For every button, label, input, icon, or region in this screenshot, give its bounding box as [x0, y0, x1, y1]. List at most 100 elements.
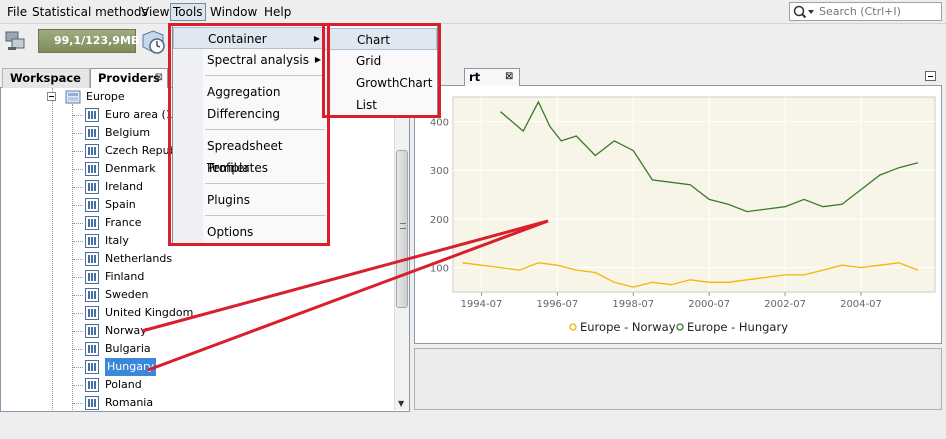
tree-node-item[interactable]: Hungary [1, 358, 391, 376]
tree-scrollbar[interactable]: ▲ ▼ [394, 88, 409, 410]
menu-item-options[interactable]: Options [173, 221, 327, 243]
toolbar: 99,1/123,9MB [0, 25, 946, 59]
search-icon[interactable] [792, 4, 816, 20]
clock-icon[interactable] [140, 29, 166, 55]
tree-item-label: United Kingdom [105, 306, 194, 319]
series-icon [85, 288, 99, 302]
tree-node-item[interactable]: Norway [1, 322, 391, 340]
tree-node-item[interactable]: Poland [1, 376, 391, 394]
series-icon [85, 396, 99, 410]
y-tick-label: 400 [430, 117, 449, 128]
series-icon [85, 198, 99, 212]
menu-item-differencing[interactable]: Differencing [173, 103, 327, 125]
submenu-item-chart[interactable]: Chart [324, 28, 437, 50]
tree-node-item[interactable]: United Kingdom [1, 304, 391, 322]
tab-workspace[interactable]: Workspace [2, 68, 90, 88]
tree-item-label: Belgium [105, 126, 151, 139]
menu-window[interactable]: Window [208, 4, 259, 22]
legend-label: Europe - Norway [580, 320, 676, 334]
chart-tab-bar: rt ⊠ [414, 66, 942, 87]
series-icon [85, 234, 99, 248]
legend-marker [569, 323, 577, 331]
tab-workspace-label: Workspace [10, 71, 81, 85]
series-icon [85, 126, 99, 140]
tree-connector [73, 331, 83, 332]
tree-connector [73, 223, 83, 224]
scroll-down-icon[interactable]: ▼ [398, 399, 404, 408]
chart-panel: 100 200 300 400 1994-07 1996-07 1998-07 2000-07… [414, 86, 942, 344]
menu-file[interactable]: File [5, 4, 29, 22]
tree-item-label: Hungary [105, 358, 156, 376]
menu-separator [205, 129, 325, 130]
menu-view[interactable]: View [139, 4, 171, 22]
tree-node-item[interactable]: Romania [1, 394, 391, 411]
menu-item-container[interactable]: Container ▶ [173, 27, 327, 49]
menu-separator [205, 75, 325, 76]
tree-item-label: Denmark [105, 162, 156, 175]
menu-statistical-methods[interactable]: Statistical methods [30, 4, 150, 22]
submenu-item-list[interactable]: List [324, 94, 437, 116]
search-input[interactable]: Search (Ctrl+I) [789, 2, 942, 21]
grip-icon [400, 223, 406, 229]
menu-item-spreadsheet-profiler[interactable]: Spreadsheet Profiler [173, 135, 327, 175]
container-submenu: Chart Grid GrowthChart List [323, 24, 438, 116]
tree-connector [73, 349, 83, 350]
scroll-thumb[interactable] [396, 150, 408, 308]
menu-help[interactable]: Help [262, 4, 293, 22]
tree-connector [73, 205, 83, 206]
tree-node-item[interactable]: Netherlands [1, 250, 391, 268]
tree-connector [73, 385, 83, 386]
tree-connector [73, 259, 83, 260]
tree-connector [73, 367, 83, 368]
lower-panel [414, 348, 942, 410]
tree-item-label: Sweden [105, 288, 149, 301]
menu-tools[interactable]: Tools [170, 3, 206, 21]
x-tick-label: 2000-07 [688, 299, 730, 310]
minimize-icon[interactable] [925, 71, 936, 81]
menu-separator [205, 183, 325, 184]
menu-separator [205, 215, 325, 216]
legend-label: Europe - Hungary [687, 320, 788, 334]
series-icon [85, 306, 99, 320]
series-icon [85, 324, 99, 338]
menu-item-templates[interactable]: Templates [173, 157, 327, 179]
tab-providers[interactable]: Providers ⊠ [90, 68, 168, 88]
legend-marker [676, 323, 684, 331]
series-icon [85, 216, 99, 230]
menu-item-spectral-analysis[interactable]: Spectral analysis ▶ [173, 49, 327, 71]
x-tick-label: 2004-07 [840, 299, 882, 310]
tree-item-label: Euro area (12 [105, 108, 180, 121]
tree-connector [73, 169, 83, 170]
close-icon[interactable]: ⊠ [505, 69, 513, 85]
menu-item-spectral-label: Spectral analysis [207, 53, 309, 67]
y-tick-label: 100 [430, 264, 449, 275]
menu-item-plugins[interactable]: Plugins [173, 189, 327, 211]
collapse-icon[interactable] [47, 92, 56, 101]
tree-item-label: Finland [105, 270, 145, 283]
tree-root-label: Europe [86, 90, 125, 103]
tree-item-label: Poland [105, 378, 142, 391]
submenu-item-grid[interactable]: Grid [324, 50, 437, 72]
tree-connector [73, 403, 83, 404]
memory-indicator[interactable]: 99,1/123,9MB [38, 29, 139, 53]
tree-connector [73, 241, 83, 242]
close-icon[interactable]: ⊠ [155, 69, 163, 87]
x-tick-label: 2002-07 [764, 299, 806, 310]
providers-icon[interactable] [4, 29, 28, 53]
tree-connector [73, 295, 83, 296]
tree-item-label: Ireland [105, 180, 144, 193]
search-placeholder: Search (Ctrl+I) [819, 5, 901, 18]
submenu-item-growthchart[interactable]: GrowthChart [324, 72, 437, 94]
y-tick-label: 300 [430, 166, 449, 177]
series-icon [85, 108, 99, 122]
tree-node-item[interactable]: Finland [1, 268, 391, 286]
folder-icon [65, 90, 81, 104]
menu-item-aggregation[interactable]: Aggregation [173, 81, 327, 103]
tree-node-item[interactable]: Sweden [1, 286, 391, 304]
menu-bar: File Statistical methods View Tools Wind… [0, 0, 946, 24]
tree-item-label: Netherlands [105, 252, 173, 265]
tree-connector [73, 313, 83, 314]
tree-connector [73, 187, 83, 188]
tab-chart[interactable]: rt ⊠ [464, 68, 520, 87]
tree-node-item[interactable]: Bulgaria [1, 340, 391, 358]
